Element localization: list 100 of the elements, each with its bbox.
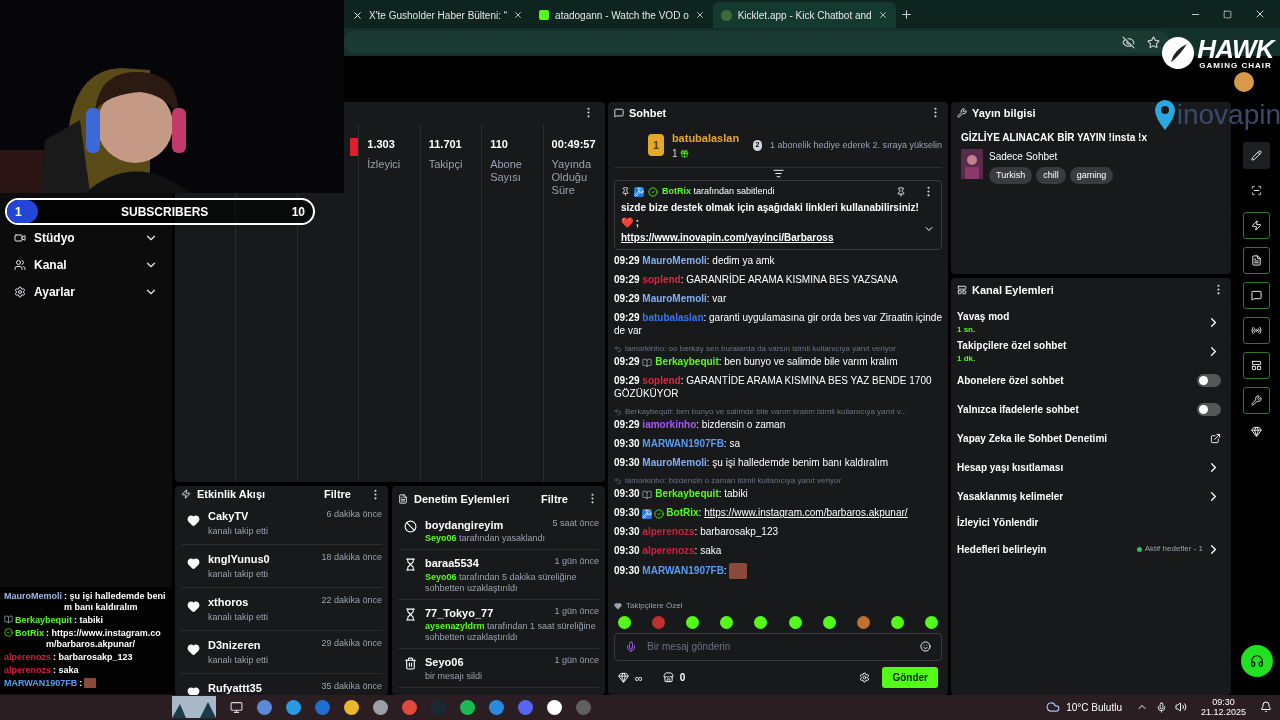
channel-action-item[interactable]: Hedefleri belirleyin Aktif hedefler - 1: [957, 534, 1225, 564]
panel-title: Etkinlik Akışı: [197, 486, 266, 502]
browser-tab[interactable]: atadogann - Watch the VOD o: [531, 2, 713, 28]
channel-action-item[interactable]: İzleyici Yönlendir: [957, 510, 1225, 535]
emote-icon[interactable]: [686, 615, 700, 629]
overlay-message: : şu işi halledemde benim banı kaldıralım: [64, 590, 167, 613]
sidebar-item[interactable]: Stüdyo: [0, 224, 172, 252]
channel-action-item[interactable]: Yalnızca ifadelerle sohbet: [957, 394, 1225, 424]
document-button[interactable]: [1243, 246, 1270, 274]
volume-icon[interactable]: [1174, 701, 1187, 714]
microphone-icon[interactable]: [1155, 701, 1167, 713]
event-description: bir mesajı sildi: [425, 670, 483, 682]
broadcast-button[interactable]: [1243, 316, 1270, 344]
feather-logo-icon: [1162, 37, 1195, 69]
stream-title: GİZLİYE ALINACAK BİR YAYIN !insta !x: [960, 130, 1148, 145]
sidebar-item[interactable]: Ayarlar: [0, 278, 172, 306]
rank-badge: 1: [648, 134, 664, 157]
pencil-icon: [1251, 149, 1262, 161]
toggle-switch[interactable]: [1197, 373, 1221, 387]
microphone-icon[interactable]: [625, 640, 637, 653]
app-icon[interactable]: [547, 699, 562, 715]
trash-icon: [404, 657, 417, 671]
channel-action-item[interactable]: Yavaş mod 1 sn.: [957, 307, 1225, 337]
channel-action-item[interactable]: Hesap yaşı kısıtlaması: [957, 452, 1225, 482]
app-icon[interactable]: [373, 699, 388, 715]
settings-icon[interactable]: [859, 672, 871, 684]
new-tab-icon[interactable]: [899, 7, 913, 21]
filter-link[interactable]: Filtre: [541, 490, 568, 507]
emote-icon[interactable]: [925, 615, 938, 629]
close-window-icon[interactable]: [1254, 8, 1266, 20]
panel-title: Kanal Eylemleri: [972, 282, 1054, 298]
event-time: 1 gün önce: [554, 654, 599, 668]
browser-tab[interactable]: Kicklet.app - Kick Chatbot and: [712, 2, 896, 28]
channel-action-item[interactable]: Abonelere özel sohbet: [957, 365, 1225, 395]
emote-section-label: Takipçilere Özel: [626, 599, 683, 612]
pinned-by: BotRix tarafından sabitlendi: [662, 184, 775, 198]
channel-action-item[interactable]: Yasaklanmış kelimeler: [957, 481, 1225, 511]
message-field[interactable]: Bir mesaj gönderin: [614, 632, 942, 661]
event-description: Seyo06 tarafından yasaklandı: [425, 533, 547, 545]
tab-title: X'te Gusholder Haber Bülteni: “: [369, 8, 508, 23]
toggle-switch[interactable]: [1197, 402, 1221, 416]
emote-icon[interactable]: [720, 615, 734, 629]
chat-message: 09:30 alperenozs: saka: [614, 544, 723, 558]
emote-icon[interactable]: [890, 615, 904, 629]
message-link[interactable]: https://www.instagram.com/barbaros.akpunar/: [704, 507, 908, 519]
filter-icon[interactable]: [772, 168, 784, 180]
notification-icon[interactable]: [1260, 701, 1272, 714]
close-icon[interactable]: [877, 10, 888, 20]
app-icon[interactable]: [344, 699, 359, 715]
reply-context: Berkaybequit: ben bunyo ve salimde bile varım kralım isimli kullanıcıya yanıt v...: [625, 406, 907, 419]
book-icon: [642, 357, 653, 368]
support-button[interactable]: [1240, 644, 1273, 677]
emote-icon[interactable]: [754, 615, 768, 629]
heart-icon: [614, 601, 622, 610]
chat-message: 09:29 soplend: GARANRİDE ARAMA KISMINA BES YAZSANA: [614, 273, 899, 287]
emote-icon[interactable]: [822, 615, 836, 629]
filter-link[interactable]: Filtre: [324, 485, 351, 503]
emote-icon[interactable]: [788, 615, 802, 629]
channel-action-item[interactable]: Takipçilere özel sohbet 1 dk.: [957, 336, 1225, 366]
kick-logo-icon: [539, 10, 550, 20]
message-input[interactable]: Bir mesaj gönderin: [647, 639, 910, 655]
send-button[interactable]: Gönder: [882, 667, 938, 689]
tag[interactable]: Turkish: [989, 166, 1033, 185]
chat-message: 09:29 Berkaybequit: ben bunyo ve salimde bile varım kralım: [614, 355, 899, 369]
close-icon[interactable]: [513, 10, 524, 20]
channel-action-item[interactable]: Yapay Zeka ile Sohbet Denetimi: [957, 423, 1225, 453]
tag[interactable]: gaming: [1069, 166, 1114, 185]
gift-count: 1: [671, 147, 678, 161]
overlay-message: : saka: [53, 664, 79, 676]
app-icon[interactable]: [460, 699, 475, 715]
layout-icon: [1251, 359, 1262, 371]
ban-icon: [404, 519, 417, 533]
panel-title: Yayın bilgisi: [972, 105, 1036, 121]
chat-message: 09:29 MauroMemoli: dedim ya amk: [614, 254, 776, 268]
pin-icon[interactable]: [896, 186, 906, 197]
reply-context: iamorkinho: bizdensin o zaman isimli kullanıcıya yanıt veriyor: [625, 475, 842, 488]
event-description: kanalı takip etti: [208, 653, 270, 667]
emote-icon[interactable]: [618, 615, 631, 629]
headset-icon: [1249, 653, 1264, 668]
chat-button[interactable]: [1243, 281, 1270, 309]
gem-icon[interactable]: [1251, 425, 1262, 437]
browser-tab[interactable]: X'te Gusholder Haber Bülteni: “: [344, 2, 532, 28]
edit-button[interactable]: [1243, 141, 1270, 169]
wrench-button[interactable]: [1243, 386, 1270, 414]
overlay-username: MauroMemoli: [4, 590, 62, 602]
layout-button[interactable]: [1243, 351, 1270, 379]
pinned-text: sizde bize destek olmak için aşağıdaki linkleri kullanabilirsiniz! ❤ ;: [621, 201, 920, 231]
sidebar-item[interactable]: Kanal: [0, 251, 172, 279]
pinned-link[interactable]: https://www.inovapin.com/yayinci/Barbaross: [621, 230, 923, 246]
event-time: 29 dakika önce: [321, 637, 382, 651]
lightning-button[interactable]: [1243, 211, 1270, 239]
heart-icon: [187, 514, 200, 528]
maximize-icon[interactable]: [1223, 9, 1232, 19]
broadcast-icon: [1251, 324, 1262, 336]
task-view-icon[interactable]: [230, 700, 243, 714]
user-avatar[interactable]: [1234, 72, 1254, 93]
chat-message: 09:30 MARWAN1907FB:: [614, 563, 942, 580]
close-icon[interactable]: [694, 10, 705, 20]
chat-message: 09:30 MauroMemoli: şu işi halledemde benim banı kaldıralım: [614, 456, 889, 470]
tag[interactable]: chill: [1036, 166, 1066, 185]
